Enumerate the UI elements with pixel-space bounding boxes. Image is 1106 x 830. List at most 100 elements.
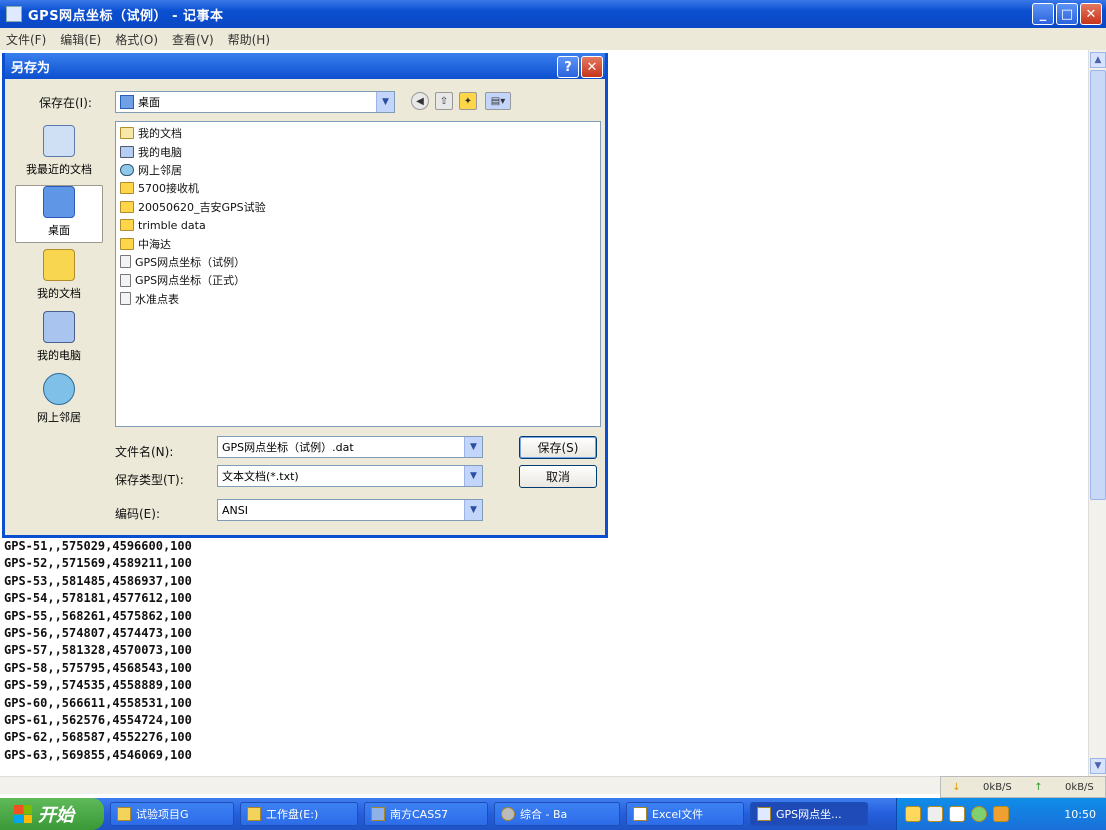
file-name: GPS网点坐标（正式） (135, 274, 246, 288)
vertical-scrollbar[interactable]: ▲ ▼ (1088, 50, 1106, 776)
folder-icon (120, 182, 134, 195)
up-folder-icon[interactable]: ⇧ (435, 92, 453, 110)
task-label: 综合 - Ba (520, 808, 568, 821)
text-line: GPS-52,,571569,4589211,100 (4, 556, 192, 571)
cancel-button[interactable]: 取消 (519, 465, 597, 488)
chevron-down-icon: ▼ (376, 92, 394, 112)
encoding-value: ANSI (222, 503, 248, 517)
text-line: GPS-56,,574807,4574473,100 (4, 626, 192, 641)
save-in-label: 保存在(I): (39, 96, 92, 110)
file-name: 我的电脑 (138, 145, 182, 159)
network-icon (43, 373, 75, 405)
file-list[interactable]: 我的文档 我的电脑 网上邻居 5700接收机 20050620_吉安GPS试验 … (115, 121, 601, 427)
filetype-value: 文本文档(*.txt) (222, 470, 299, 483)
list-item[interactable]: 20050620_吉安GPS试验 (120, 198, 596, 216)
menu-format[interactable]: 格式(O) (115, 31, 158, 48)
text-line: GPS-60,,566611,4558531,100 (4, 695, 192, 710)
tray-keyboard-icon[interactable] (905, 806, 921, 822)
desktop-icon (120, 95, 134, 109)
system-tray: 10:50 (896, 798, 1106, 830)
download-speed: 0kB/S (983, 781, 1012, 793)
dialog-close-button[interactable]: ✕ (581, 56, 603, 78)
list-item[interactable]: 我的文档 (120, 124, 596, 142)
list-item[interactable]: GPS网点坐标（正式） (120, 271, 596, 289)
text-line: GPS-59,,574535,4558889,100 (4, 678, 192, 693)
taskbar: 开始 试验项目G 工作盘(E:) 南方CASS7 综合 - Ba Excel文件… (0, 798, 1106, 830)
encoding-dropdown[interactable]: ANSI ▼ (217, 499, 483, 521)
folder-icon (117, 807, 131, 821)
filename-input[interactable]: GPS网点坐标（试例）.dat ▼ (217, 436, 483, 458)
list-item[interactable]: 中海达 (120, 234, 596, 252)
place-network[interactable]: 网上邻居 (15, 371, 103, 429)
place-desktop[interactable]: 桌面 (15, 185, 103, 243)
taskbar-item[interactable]: 南方CASS7 (364, 802, 488, 826)
file-name: trimble data (138, 218, 206, 232)
chevron-down-icon: ▼ (464, 500, 482, 520)
maximize-button[interactable]: □ (1056, 3, 1078, 25)
my-computer-icon (43, 311, 75, 343)
minimize-button[interactable]: _ (1032, 3, 1054, 25)
menu-file[interactable]: 文件(F) (6, 31, 46, 48)
app-icon (501, 807, 515, 821)
taskbar-item[interactable]: 综合 - Ba (494, 802, 620, 826)
download-arrow-icon: ↓ (952, 781, 961, 793)
my-documents-icon (43, 249, 75, 281)
new-folder-icon[interactable]: ✦ (459, 92, 477, 110)
menu-edit[interactable]: 编辑(E) (60, 31, 101, 48)
tray-help-icon[interactable] (927, 806, 943, 822)
list-item[interactable]: trimble data (120, 216, 596, 234)
task-label: 工作盘(E:) (266, 808, 319, 821)
file-name: 5700接收机 (138, 182, 199, 196)
tray-network-icon[interactable] (971, 806, 987, 822)
list-item[interactable]: GPS网点坐标（试例） (120, 253, 596, 271)
desktop-icon (43, 186, 75, 218)
list-item[interactable]: 5700接收机 (120, 179, 596, 197)
save-in-dropdown[interactable]: 桌面 ▼ (115, 91, 395, 113)
dialog-help-button[interactable]: ? (557, 56, 579, 78)
save-button[interactable]: 保存(S) (519, 436, 597, 459)
text-line: GPS-57,,581328,4570073,100 (4, 643, 192, 658)
list-item[interactable]: 网上邻居 (120, 161, 596, 179)
close-button[interactable]: ✕ (1080, 3, 1102, 25)
back-icon[interactable]: ◀ (411, 92, 429, 110)
list-item[interactable]: 水准点表 (120, 290, 596, 308)
list-item[interactable]: 我的电脑 (120, 142, 596, 160)
place-my-documents[interactable]: 我的文档 (15, 247, 103, 305)
clock[interactable]: 10:50 (1064, 808, 1096, 821)
place-label: 网上邻居 (37, 411, 81, 424)
save-in-value: 桌面 (138, 96, 160, 109)
scroll-up-arrow-icon[interactable]: ▲ (1090, 52, 1106, 68)
place-label: 桌面 (48, 224, 70, 237)
taskbar-item[interactable]: 试验项目G (110, 802, 234, 826)
document-icon (633, 807, 647, 821)
place-label: 我的文档 (37, 287, 81, 300)
text-file-icon (120, 273, 131, 287)
window-title: GPS网点坐标（试例） - 记事本 (28, 8, 224, 24)
taskbar-item[interactable]: 工作盘(E:) (240, 802, 358, 826)
task-label: GPS网点坐... (776, 808, 842, 821)
menu-view[interactable]: 查看(V) (172, 31, 214, 48)
taskbar-item-active[interactable]: GPS网点坐... (750, 802, 868, 826)
horizontal-scrollbar[interactable] (0, 776, 940, 794)
tray-app-icon[interactable] (949, 806, 965, 822)
menu-help[interactable]: 帮助(H) (228, 31, 270, 48)
start-button[interactable]: 开始 (0, 798, 104, 830)
place-my-computer[interactable]: 我的电脑 (15, 309, 103, 367)
filetype-label: 保存类型(T): (115, 473, 184, 487)
text-line: GPS-62,,568587,4552276,100 (4, 730, 192, 745)
upload-arrow-icon: ↑ (1034, 781, 1043, 793)
taskbar-item[interactable]: Excel文件 (626, 802, 744, 826)
text-file-icon (120, 292, 131, 306)
tray-security-icon[interactable] (993, 806, 1009, 822)
scroll-down-arrow-icon[interactable]: ▼ (1090, 758, 1106, 774)
dialog-title-bar: 另存为 (5, 53, 605, 79)
filetype-dropdown[interactable]: 文本文档(*.txt) ▼ (217, 465, 483, 487)
save-as-dialog: 另存为 ? ✕ 保存在(I): 桌面 ▼ ◀ ⇧ ✦ ▤▾ 我最近的文档 桌面 … (2, 53, 608, 538)
editor-text: GPS-51,,575029,4596600,100 GPS-52,,57156… (4, 538, 192, 764)
upload-speed: 0kB/S (1065, 781, 1094, 793)
view-menu-icon[interactable]: ▤▾ (485, 92, 511, 110)
place-recent[interactable]: 我最近的文档 (15, 123, 103, 181)
folder-icon (247, 807, 261, 821)
notepad-icon (757, 807, 771, 821)
scroll-thumb[interactable] (1090, 70, 1106, 500)
